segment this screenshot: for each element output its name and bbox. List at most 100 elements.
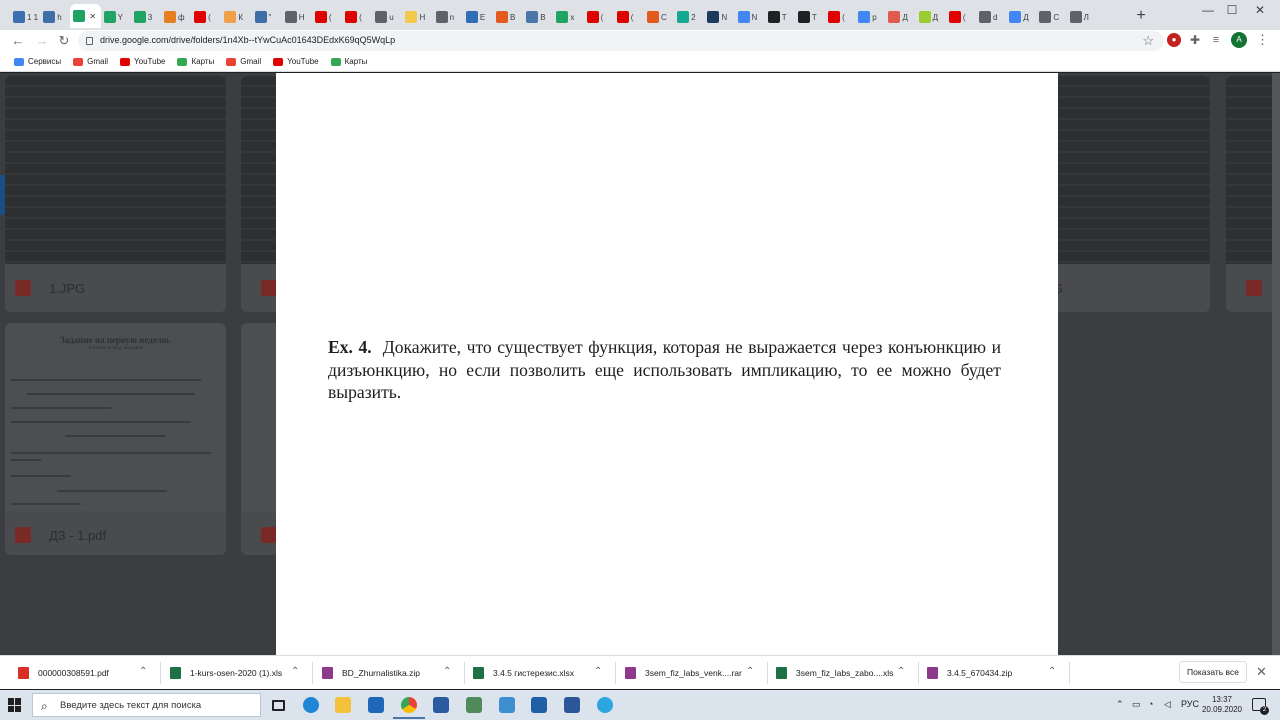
- visual-studio-icon[interactable]: [430, 694, 452, 716]
- file-card-1[interactable]: 1.JPG: [5, 76, 226, 312]
- bookmark-star-icon[interactable]: ☆: [1142, 33, 1154, 49]
- browser-tab[interactable]: (: [614, 8, 644, 26]
- media-player-icon[interactable]: [528, 694, 550, 716]
- tool-icon[interactable]: [496, 694, 518, 716]
- chevron-up-icon[interactable]: ⌃: [139, 666, 147, 677]
- chevron-up-icon[interactable]: ⌃: [443, 666, 451, 677]
- browser-tab[interactable]: Н: [282, 8, 312, 26]
- browser-tab[interactable]: (: [584, 8, 614, 26]
- new-tab-button[interactable]: +: [1132, 7, 1150, 25]
- file-card-2[interactable]: [241, 76, 281, 312]
- url-text[interactable]: drive.google.com/drive/folders/1n4Xb--tY…: [100, 35, 395, 45]
- media-queue-icon[interactable]: ≡: [1209, 33, 1223, 47]
- word-icon[interactable]: [561, 694, 583, 716]
- browser-tab[interactable]: (: [342, 8, 372, 26]
- browser-menu-icon[interactable]: ⋮: [1256, 32, 1269, 48]
- chevron-up-icon[interactable]: ⌃: [1048, 666, 1056, 677]
- show-all-downloads-button[interactable]: Показать все: [1179, 661, 1247, 683]
- notification-icon[interactable]: 2: [1252, 698, 1269, 715]
- page-scrollbar[interactable]: [1272, 73, 1280, 656]
- download-item[interactable]: 3.4.5 гистерезис.xlsx ⌃: [473, 656, 616, 690]
- close-tab-icon[interactable]: ✕: [89, 12, 96, 21]
- browser-tab[interactable]: ": [252, 8, 282, 26]
- browser-tab[interactable]: ф: [161, 8, 191, 26]
- download-item[interactable]: 3sem_fiz_labs_zabo....xls ⌃: [776, 656, 919, 690]
- avatar[interactable]: A: [1231, 32, 1247, 48]
- browser-tab[interactable]: (: [825, 8, 855, 26]
- browser-tab[interactable]: Д: [916, 8, 946, 26]
- browser-tab[interactable]: u: [372, 8, 402, 26]
- browser-tab[interactable]: В: [493, 8, 523, 26]
- wifi-icon[interactable]: ◔: [1148, 699, 1153, 709]
- browser-tab[interactable]: n: [433, 8, 463, 26]
- bookmark-item[interactable]: Сервисы: [14, 57, 61, 66]
- download-item[interactable]: 3sem_fiz_labs_venk....rar ⌃: [625, 656, 768, 690]
- bookmark-item[interactable]: Gmail: [73, 57, 108, 66]
- battery-icon[interactable]: ▭: [1132, 699, 1141, 710]
- volume-icon[interactable]: ◁: [1164, 699, 1171, 710]
- close-downloads-icon[interactable]: ✕: [1256, 664, 1267, 680]
- browser-tab[interactable]: T: [765, 8, 795, 26]
- bookmark-item[interactable]: Карты: [177, 57, 214, 66]
- back-arrow-icon[interactable]: ←: [10, 33, 26, 49]
- browser-tab[interactable]: h: [40, 8, 70, 26]
- language-indicator[interactable]: РУС: [1181, 699, 1199, 709]
- browser-tab[interactable]: p: [855, 8, 885, 26]
- browser-tab[interactable]: T: [795, 8, 825, 26]
- bookmark-item[interactable]: YouTube: [273, 57, 319, 66]
- file-explorer-icon[interactable]: [332, 694, 354, 716]
- chrome-icon[interactable]: [393, 694, 425, 719]
- forward-arrow-icon[interactable]: →: [34, 33, 50, 49]
- download-item[interactable]: BD_Zhurnalistika.zip ⌃: [322, 656, 465, 690]
- browser-tab[interactable]: Л: [1067, 8, 1097, 26]
- task-view-icon[interactable]: [267, 694, 289, 716]
- download-item[interactable]: 1-kurs-osen-2020 (1).xls ⌃: [170, 656, 313, 690]
- telegram-icon[interactable]: [594, 694, 616, 716]
- file-card-5[interactable]: Задание на первую неделю. Алгебра логики…: [5, 323, 226, 555]
- reload-icon[interactable]: ↻: [56, 33, 72, 49]
- browser-tab[interactable]: ✕: [70, 4, 101, 28]
- app-icon[interactable]: [463, 694, 485, 716]
- browser-tab[interactable]: N: [735, 8, 765, 26]
- download-item[interactable]: 000000308591.pdf ⌃: [18, 656, 161, 690]
- mail-icon[interactable]: [365, 694, 387, 716]
- bookmark-item[interactable]: YouTube: [120, 57, 165, 66]
- browser-tab[interactable]: N: [704, 8, 734, 26]
- download-item[interactable]: 3.4.5_670434.zip ⌃: [927, 656, 1070, 690]
- edge-icon[interactable]: [300, 694, 322, 716]
- file-card-6[interactable]: [241, 323, 281, 555]
- browser-tab[interactable]: В: [523, 8, 553, 26]
- bookmark-item[interactable]: Карты: [330, 57, 367, 66]
- browser-tab[interactable]: С: [1036, 8, 1066, 26]
- bookmark-item[interactable]: Gmail: [226, 57, 261, 66]
- windows-start-icon[interactable]: [8, 698, 22, 712]
- browser-tab[interactable]: x: [553, 8, 583, 26]
- browser-tab[interactable]: (: [191, 8, 221, 26]
- chevron-up-icon[interactable]: ⌃: [897, 666, 905, 677]
- browser-tab[interactable]: (: [946, 8, 976, 26]
- tray-chevron-icon[interactable]: ⌃: [1116, 699, 1124, 710]
- chevron-up-icon[interactable]: ⌃: [594, 666, 602, 677]
- browser-tab[interactable]: 3: [131, 8, 161, 26]
- browser-tab[interactable]: С: [644, 8, 674, 26]
- browser-tab[interactable]: Н: [402, 8, 432, 26]
- browser-tab[interactable]: (: [312, 8, 342, 26]
- browser-tab[interactable]: 2: [674, 8, 704, 26]
- chevron-up-icon[interactable]: ⌃: [291, 666, 299, 677]
- browser-tab[interactable]: E: [463, 8, 493, 26]
- extensions-puzzle-icon[interactable]: ✚: [1188, 33, 1202, 47]
- tab-title: N: [751, 12, 758, 22]
- extension-icon[interactable]: ●: [1167, 33, 1181, 47]
- browser-tab[interactable]: Д: [1006, 8, 1036, 26]
- browser-tab[interactable]: 1 1: [10, 8, 40, 26]
- browser-tab[interactable]: d: [976, 8, 1006, 26]
- file-card-3[interactable]: G: [1053, 76, 1210, 312]
- close-window-button[interactable]: ✕: [1240, 0, 1280, 20]
- browser-tab[interactable]: Д: [885, 8, 915, 26]
- chevron-up-icon[interactable]: ⌃: [746, 666, 754, 677]
- taskbar-search-box[interactable]: ⌕ Введите здесь текст для поиска: [32, 693, 261, 717]
- address-bar[interactable]: drive.google.com/drive/folders/1n4Xb--tY…: [78, 31, 1164, 51]
- browser-tab[interactable]: Y: [101, 8, 131, 26]
- taskbar-clock[interactable]: 13:37 20.09.2020: [1200, 695, 1244, 715]
- browser-tab[interactable]: К: [221, 8, 251, 26]
